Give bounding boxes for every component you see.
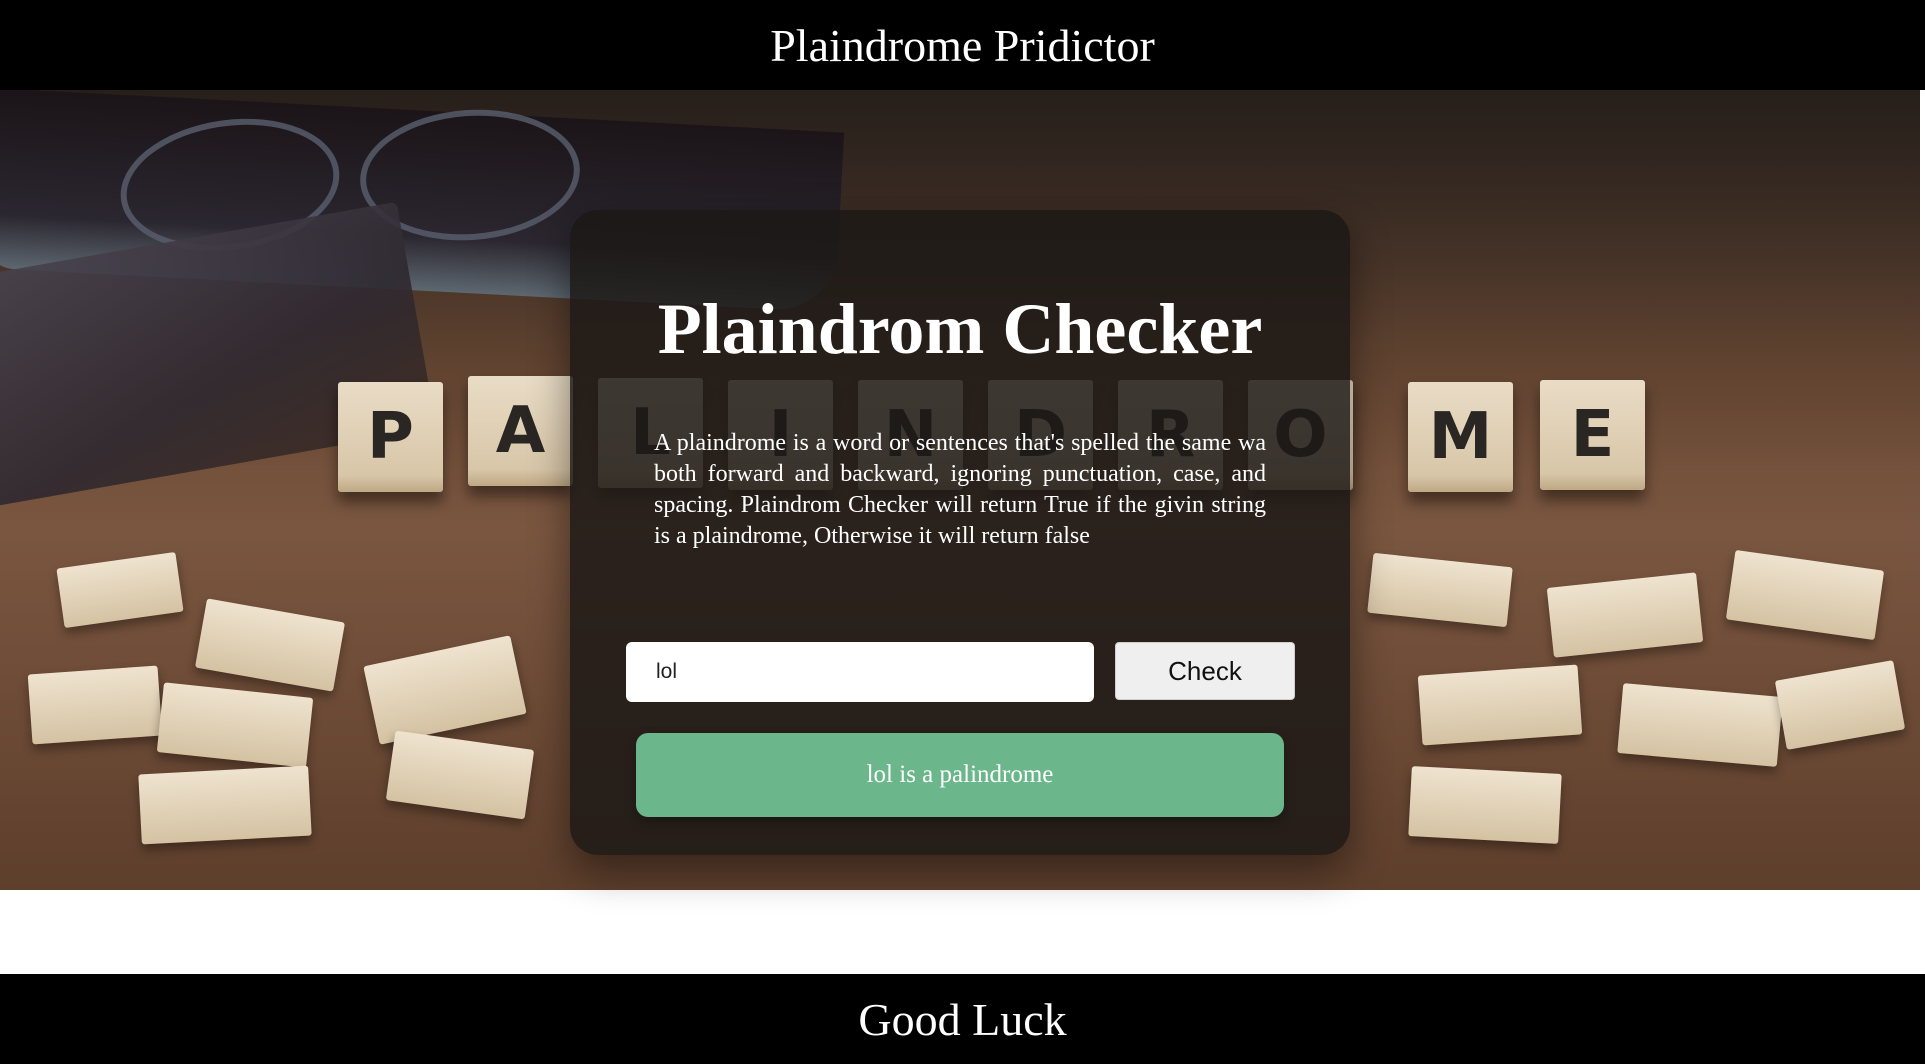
scattered-tile [156, 682, 314, 768]
palindrome-input[interactable] [626, 642, 1094, 702]
letter-tile: E [1540, 380, 1645, 490]
scattered-tile [1408, 766, 1562, 844]
scattered-tile [194, 598, 346, 692]
scattered-tile [138, 765, 312, 845]
scattered-tile [363, 635, 527, 745]
result-banner: lol is a palindrome [636, 733, 1284, 817]
page-title: Plaindrome Pridictor [770, 19, 1155, 71]
scattered-tile [385, 730, 535, 820]
footer-text: Good Luck [858, 993, 1067, 1045]
card-description: A plaindrome is a word or sentences that… [654, 430, 1266, 549]
card-title: Plaindrom Checker [657, 289, 1263, 369]
letter-tile: M [1408, 382, 1513, 492]
top-header: Plaindrome Pridictor [0, 0, 1925, 90]
footer-bar: Good Luck [0, 974, 1925, 1064]
scattered-tile [1367, 552, 1513, 628]
letter-tile: A [468, 376, 573, 486]
scattered-tile [1774, 660, 1906, 750]
scattered-tile [27, 665, 163, 745]
scattered-tile [56, 551, 184, 629]
checker-card: Plaindrom Checker A plaindrome is a word… [570, 210, 1350, 855]
letter-tile: P [338, 382, 443, 492]
scattered-tile [1725, 549, 1885, 641]
scattered-tile [1417, 664, 1583, 746]
scattered-tile [1617, 683, 1783, 767]
check-button[interactable]: Check [1115, 642, 1295, 700]
result-text: lol is a palindrome [866, 761, 1054, 788]
scattered-tile [1546, 572, 1704, 658]
